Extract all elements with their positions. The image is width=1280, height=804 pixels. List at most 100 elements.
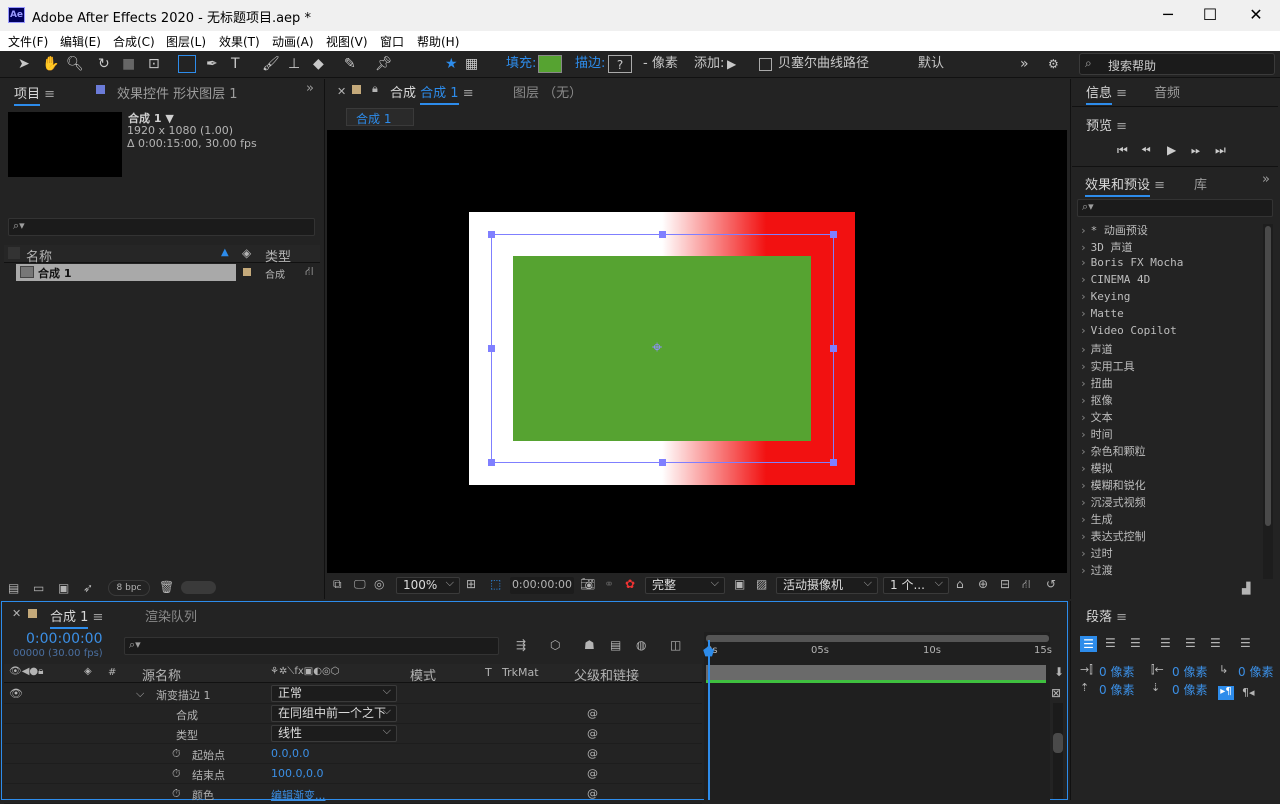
camera-dropdown[interactable]: 活动摄像机 [776, 575, 878, 594]
prev-frame-icon[interactable]: ⏪︎ [1141, 143, 1151, 158]
effect-category[interactable]: Keying [1080, 290, 1260, 307]
draft-3d-icon[interactable]: ⬡ [550, 638, 560, 652]
roto-brush-tool-icon[interactable]: ✎ [344, 55, 356, 73]
align-right-icon[interactable]: ☰ [1130, 636, 1141, 650]
project-search-input[interactable]: ⌕▾ [8, 218, 315, 236]
effects-search-input[interactable]: ⌕▾ [1077, 199, 1273, 217]
menu-effect[interactable]: 效果(T) [219, 33, 260, 50]
next-frame-icon[interactable]: ⏩︎ [1191, 143, 1201, 158]
timeline-zoom-icon[interactable]: ⊠ [1051, 686, 1061, 700]
panel-more-icon[interactable]: » [1262, 172, 1270, 187]
indent-left-value[interactable]: 0 像素 [1099, 663, 1134, 680]
render-icon[interactable]: ⌂ [956, 577, 964, 591]
end-point-value[interactable]: 100.0,0.0 [271, 767, 323, 780]
pan-behind-tool-icon[interactable]: ⊡ [148, 55, 160, 73]
last-frame-icon[interactable]: ⏭ [1215, 143, 1226, 158]
safe-margins-icon[interactable]: ⊞ [466, 577, 476, 591]
handle-bottom-mid[interactable] [659, 459, 666, 466]
graph-editor-icon[interactable]: ◫ [670, 638, 681, 652]
handle-top-right[interactable] [830, 231, 837, 238]
stroke-swatch[interactable]: ? [608, 55, 632, 73]
comp-mini-flowchart-icon[interactable]: ⇶ [516, 638, 526, 652]
lock-icon[interactable]: 🔒︎ [372, 82, 378, 96]
new-folder-icon[interactable]: ▭ [33, 581, 44, 595]
selection-tool-icon[interactable]: ➤ [18, 55, 30, 73]
pen-tool-icon[interactable]: ✒ [206, 55, 218, 73]
indent-right-value[interactable]: 0 像素 [1172, 663, 1207, 680]
expression-pickwhip-icon[interactable]: @ [587, 747, 598, 760]
show-snapshot-icon[interactable]: ⚭ [604, 577, 614, 591]
rectangle-tool-icon[interactable] [178, 55, 196, 73]
first-frame-icon[interactable]: ⏮ [1117, 143, 1128, 158]
display-icon[interactable]: 🖵︎ [354, 577, 366, 592]
new-preset-icon[interactable]: ▟ [1242, 582, 1250, 595]
composite-dropdown[interactable]: 在同组中前一个之下 [271, 705, 397, 722]
tab-layer[interactable]: 图层 （无） [513, 82, 582, 101]
handle-mid-left[interactable] [488, 345, 495, 352]
workspace-icon[interactable]: ⚙ [1048, 55, 1059, 73]
menu-help[interactable]: 帮助(H) [417, 33, 459, 50]
align-left-icon[interactable]: ☰ [1080, 636, 1097, 652]
menu-animation[interactable]: 动画(A) [272, 33, 314, 50]
effect-category[interactable]: * 动画预设 [1080, 222, 1260, 239]
tab-info[interactable]: 信息 ≡ [1086, 82, 1127, 105]
resolution-dropdown[interactable]: 完整 [645, 575, 725, 594]
new-comp-icon[interactable]: ▣ [58, 581, 69, 595]
justify-all-icon[interactable]: ☰ [1240, 636, 1251, 650]
effect-category[interactable]: 过时 [1080, 545, 1260, 562]
timeline-scroll-thumb[interactable] [1053, 733, 1063, 753]
rtl-direction-icon[interactable]: ¶◂ [1242, 686, 1255, 699]
stopwatch-icon[interactable]: ⏱︎ [172, 747, 181, 761]
channel-icon[interactable]: ✿ [625, 577, 635, 591]
play-icon[interactable]: ▶ [1167, 143, 1176, 157]
comp-marker-icon[interactable]: ⬇ [1054, 665, 1064, 679]
eraser-tool-icon[interactable]: ◆ [313, 55, 324, 73]
stopwatch-icon[interactable]: ⏱︎ [172, 787, 181, 801]
always-preview-icon[interactable]: ⧉ [333, 577, 342, 592]
time-ruler[interactable]: 0s 05s 10s 15s [704, 645, 1052, 663]
snapshot-icon[interactable]: 📷︎ [580, 577, 595, 591]
ltr-direction-icon[interactable]: ▸¶ [1218, 686, 1234, 700]
effects-scroll-thumb[interactable] [1265, 226, 1271, 526]
effect-category[interactable]: 抠像 [1080, 392, 1260, 409]
column-type[interactable]: 类型 [265, 246, 291, 265]
anchor-point-icon[interactable]: ⌖ [652, 339, 662, 357]
effect-category[interactable]: 沉浸式视频 [1080, 494, 1260, 511]
menu-file[interactable]: 文件(F) [8, 33, 48, 50]
effect-category[interactable]: 模拟 [1080, 460, 1260, 477]
effect-category[interactable]: 表达式控制 [1080, 528, 1260, 545]
camera-tool-icon[interactable]: ■ [122, 55, 135, 73]
panel-more-icon[interactable]: » [306, 81, 314, 96]
workspace-default[interactable]: 默认 [918, 55, 944, 73]
stroke-width[interactable]: - 像素 [643, 55, 678, 73]
effect-category[interactable]: Matte [1080, 307, 1260, 324]
effect-category[interactable]: 过渡 [1080, 562, 1260, 579]
close-comp-tab-icon[interactable]: ✕ [337, 85, 346, 98]
maximize-button[interactable]: ☐ [1187, 4, 1233, 26]
handle-bottom-left[interactable] [488, 459, 495, 466]
effect-category[interactable]: 杂色和颗粒 [1080, 443, 1260, 460]
expression-pickwhip-icon[interactable]: @ [587, 787, 598, 800]
expression-pickwhip-icon[interactable]: @ [587, 707, 598, 720]
current-time[interactable]: 0:00:00:00 [510, 577, 574, 594]
project-settings-icon[interactable]: ➶ [83, 581, 93, 595]
column-parent[interactable]: 父级和链接 [574, 665, 639, 684]
interpret-footage-icon[interactable]: ▤ [8, 581, 19, 595]
stroke-label[interactable]: 描边: [575, 55, 605, 73]
align-center-icon[interactable]: ☰ [1105, 636, 1116, 650]
column-trkmat[interactable]: TrkMat [502, 666, 539, 679]
fill-label[interactable]: 填充: [506, 55, 536, 73]
playhead-icon[interactable]: ⬟ [703, 646, 714, 659]
tab-library[interactable]: 库 [1194, 174, 1207, 193]
space-after-value[interactable]: 0 像素 [1172, 681, 1207, 698]
menu-composition[interactable]: 合成(C) [113, 33, 155, 50]
preview-title[interactable]: 预览 ≡ [1086, 115, 1127, 134]
menu-window[interactable]: 窗口 [380, 33, 404, 50]
property-row-composite[interactable]: 合成 在同组中前一个之下 @ [4, 704, 702, 724]
column-source-name[interactable]: 源名称 [142, 665, 181, 684]
workspace-more-icon[interactable]: » [1020, 55, 1029, 73]
effect-category[interactable]: Boris FX Mocha [1080, 256, 1260, 273]
hand-tool-icon[interactable]: ✋ [42, 55, 59, 73]
comp-flowchart-icon[interactable]: ⊟ [1000, 577, 1010, 591]
tab-audio[interactable]: 音频 [1154, 82, 1180, 101]
